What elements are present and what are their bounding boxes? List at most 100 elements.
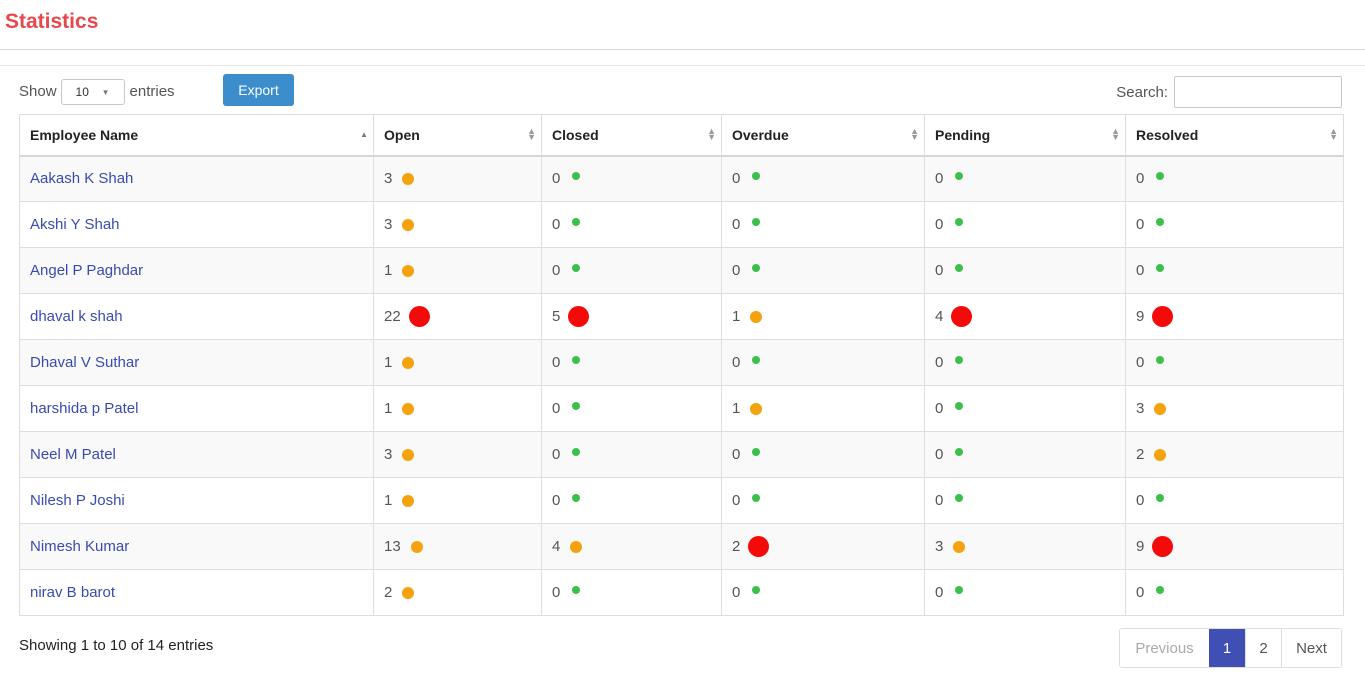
- header-closed[interactable]: Closed ▲ ▼: [541, 114, 722, 157]
- pending-cell: 0: [924, 247, 1126, 294]
- employee-name-link[interactable]: Angel P Paghdar: [30, 262, 143, 279]
- resolved-count: 0: [1136, 354, 1145, 371]
- pending-count: 0: [935, 446, 944, 463]
- closed-cell: 0: [541, 477, 722, 524]
- pending-cell: 0: [924, 569, 1126, 616]
- pending-cell: 3: [924, 523, 1126, 570]
- employee-name-link[interactable]: dhaval k shah: [30, 308, 123, 325]
- status-dot-icon: [1156, 355, 1165, 364]
- open-count: 22: [384, 308, 401, 325]
- status-dot-icon: [750, 310, 763, 323]
- open-cell: 3: [373, 431, 542, 478]
- open-cell: 1: [373, 339, 542, 386]
- employee-name-link[interactable]: Aakash K Shah: [30, 170, 133, 187]
- resolved-count: 0: [1136, 584, 1145, 601]
- closed-count: 5: [552, 308, 561, 325]
- header-resolved[interactable]: Resolved ▲ ▼: [1125, 114, 1344, 157]
- employee-name-link[interactable]: harshida p Patel: [30, 400, 138, 417]
- open-count: 1: [384, 492, 393, 509]
- resolved-cell: 2: [1125, 431, 1344, 478]
- header-employee-name[interactable]: Employee Name ▲: [19, 114, 374, 157]
- status-dot-icon: [1152, 536, 1174, 557]
- open-count: 3: [384, 216, 393, 233]
- employee-name-cell: Akshi Y Shah: [19, 201, 374, 248]
- overdue-count: 0: [732, 584, 741, 601]
- closed-count: 0: [552, 400, 561, 417]
- closed-count: 0: [552, 584, 561, 601]
- closed-count: 0: [552, 170, 561, 188]
- employee-name-link[interactable]: nirav B barot: [30, 584, 115, 601]
- status-dot-icon: [410, 540, 423, 553]
- search-input[interactable]: [1174, 76, 1342, 108]
- overdue-cell: 0: [721, 247, 925, 294]
- employee-name-link[interactable]: Nilesh P Joshi: [30, 492, 125, 509]
- status-dot-icon: [752, 585, 761, 594]
- status-dot-icon: [402, 218, 415, 231]
- header-label: Pending: [935, 126, 991, 143]
- open-cell: 1: [373, 477, 542, 524]
- overdue-count: 0: [732, 446, 741, 463]
- closed-count: 0: [552, 262, 561, 279]
- employee-name-link[interactable]: Akshi Y Shah: [30, 216, 120, 233]
- status-dot-icon: [402, 356, 415, 369]
- employee-name-link[interactable]: Dhaval V Suthar: [30, 354, 139, 371]
- status-dot-icon: [572, 217, 581, 226]
- employee-name-cell: Angel P Paghdar: [19, 247, 374, 294]
- sort-asc-icon: ▲: [360, 130, 368, 139]
- overdue-count: 0: [732, 170, 741, 188]
- export-button[interactable]: Export: [223, 74, 294, 106]
- closed-count: 0: [552, 216, 561, 233]
- status-dot-icon: [570, 540, 583, 553]
- overdue-cell: 0: [721, 477, 925, 524]
- status-dot-icon: [752, 263, 761, 272]
- status-dot-icon: [752, 217, 761, 226]
- resolved-cell: 0: [1125, 155, 1344, 202]
- employee-name-cell: harshida p Patel: [19, 385, 374, 432]
- pending-cell: 4: [924, 293, 1126, 340]
- employee-name-link[interactable]: Neel M Patel: [30, 446, 116, 463]
- status-dot-icon: [572, 447, 581, 456]
- header-overdue[interactable]: Overdue ▲ ▼: [721, 114, 925, 157]
- resolved-cell: 0: [1125, 201, 1344, 248]
- overdue-count: 1: [732, 400, 741, 417]
- employee-name-link[interactable]: Nimesh Kumar: [30, 538, 129, 555]
- open-cell: 3: [373, 155, 542, 202]
- open-count: 1: [384, 354, 393, 371]
- status-dot-icon: [955, 263, 964, 272]
- status-dot-icon: [572, 585, 581, 594]
- table-header-row: Employee Name ▲ Open ▲ ▼ Closed ▲ ▼ Overdue ▲ ▼…: [19, 114, 1344, 157]
- pagination: Previous 1 2 Next: [1119, 628, 1342, 668]
- page-button-1[interactable]: 1: [1209, 629, 1245, 667]
- open-count: 13: [384, 538, 401, 555]
- status-dot-icon: [955, 171, 964, 180]
- table-row: Dhaval V Suthar 1 0 0 0 0: [19, 339, 1344, 386]
- employee-name-cell: dhaval k shah: [19, 293, 374, 340]
- header-open[interactable]: Open ▲ ▼: [373, 114, 542, 157]
- status-dot-icon: [1156, 263, 1165, 272]
- show-label: Show: [19, 82, 57, 100]
- resolved-cell: 3: [1125, 385, 1344, 432]
- pending-cell: 0: [924, 155, 1126, 202]
- status-dot-icon: [402, 172, 415, 185]
- status-dot-icon: [955, 585, 964, 594]
- page-button-2[interactable]: 2: [1245, 629, 1281, 667]
- resolved-cell: 0: [1125, 339, 1344, 386]
- page-length-select[interactable]: 10 ▼: [60, 79, 125, 105]
- employee-name-cell: nirav B barot: [19, 569, 374, 616]
- pending-count: 0: [935, 492, 944, 509]
- table-info: Showing 1 to 10 of 14 entries: [19, 637, 214, 654]
- header-label: Resolved: [1136, 126, 1199, 143]
- overdue-count: 0: [732, 216, 741, 233]
- resolved-cell: 0: [1125, 247, 1344, 294]
- status-dot-icon: [572, 493, 581, 502]
- table-row: Aakash K Shah 3 0 0 0 0: [19, 155, 1344, 202]
- previous-button[interactable]: Previous: [1120, 629, 1209, 667]
- overdue-cell: 1: [721, 385, 925, 432]
- resolved-count: 0: [1136, 492, 1145, 509]
- status-dot-icon: [572, 263, 581, 272]
- header-pending[interactable]: Pending ▲ ▼: [924, 114, 1126, 157]
- next-button[interactable]: Next: [1281, 629, 1341, 667]
- entries-label: entries: [129, 82, 175, 100]
- status-dot-icon: [752, 493, 761, 502]
- overdue-count: 0: [732, 354, 741, 371]
